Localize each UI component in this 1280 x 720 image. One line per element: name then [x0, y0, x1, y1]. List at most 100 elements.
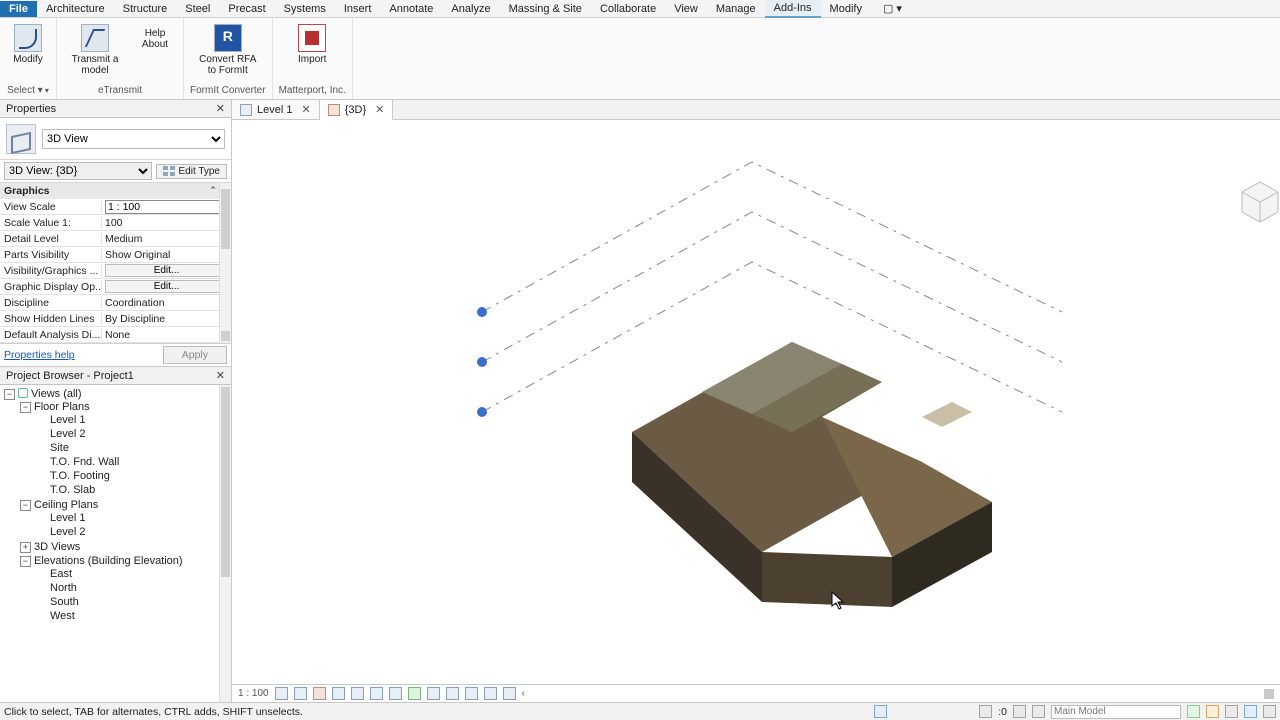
menu-tab-annotate[interactable]: Annotate — [380, 1, 442, 17]
vg-edit-button[interactable]: Edit... — [105, 264, 228, 277]
prop-v-hid[interactable]: By Discipline — [102, 313, 231, 325]
prop-k-ana: Default Analysis Di... — [0, 329, 102, 341]
tree-floorplans[interactable]: Floor Plans — [34, 401, 90, 413]
vc-crop-icon[interactable] — [370, 687, 383, 700]
prop-v-detail[interactable]: Medium — [102, 233, 231, 245]
tree-el-west[interactable]: West — [50, 610, 75, 622]
menu-tab-structure[interactable]: Structure — [114, 1, 177, 17]
tree-el-north[interactable]: North — [50, 582, 77, 594]
tree-ceiling[interactable]: Ceiling Plans — [34, 499, 98, 511]
help-about-button[interactable]: Help About — [133, 20, 177, 52]
select-dropdown[interactable]: Select ▾ — [7, 83, 49, 97]
status-ic-3[interactable] — [1187, 705, 1200, 718]
viewport-3d[interactable] — [232, 120, 1280, 684]
vc-an1-icon[interactable] — [446, 687, 459, 700]
view-cube[interactable] — [1242, 182, 1278, 222]
menu-tab-addins[interactable]: Add-Ins — [765, 0, 821, 18]
view-scale-input[interactable] — [105, 200, 228, 214]
workset-dropdown[interactable] — [1051, 705, 1181, 719]
menu-tab-precast[interactable]: Precast — [219, 1, 274, 17]
properties-scrollbar[interactable] — [219, 183, 231, 343]
convert-rfa-button[interactable]: Convert RFA to FormIt — [196, 20, 260, 78]
tree-fp-site[interactable]: Site — [50, 442, 69, 454]
prop-v-parts[interactable]: Show Original — [102, 249, 231, 261]
menu-tab-architecture[interactable]: Architecture — [37, 1, 114, 17]
menu-tab-analyze[interactable]: Analyze — [442, 1, 499, 17]
menu-tab-view[interactable]: View — [665, 1, 707, 17]
menu-tab-massing[interactable]: Massing & Site — [500, 1, 591, 17]
browser-tree[interactable]: −Views (all) −Floor Plans Level 1 Level … — [0, 385, 231, 702]
tree-fp-footing[interactable]: T.O. Footing — [50, 470, 110, 482]
status-ic-2[interactable] — [979, 705, 992, 718]
ribbon-group-matterport: Import Matterport, Inc. — [273, 18, 353, 99]
vc-temp-icon[interactable] — [427, 687, 440, 700]
tree-toggle-elev[interactable]: − — [20, 556, 31, 567]
tree-toggle-3d[interactable]: + — [20, 542, 31, 553]
vc-detail-icon[interactable] — [275, 687, 288, 700]
help-about-label: Help About — [142, 28, 168, 50]
vc-style-icon[interactable] — [294, 687, 307, 700]
status-filter-icon[interactable] — [1013, 705, 1026, 718]
menu-file[interactable]: File — [0, 1, 37, 17]
prop-v-disc[interactable]: Coordination — [102, 297, 231, 309]
tree-el-south[interactable]: South — [50, 596, 79, 608]
tree-fp-level1[interactable]: Level 1 — [50, 414, 85, 426]
tree-toggle-root[interactable]: − — [4, 389, 15, 400]
tree-root[interactable]: Views (all) — [31, 388, 82, 400]
apply-button[interactable]: Apply — [163, 346, 227, 364]
browser-scrollbar[interactable] — [219, 385, 231, 702]
vc-an3-icon[interactable] — [484, 687, 497, 700]
menu-tab-manage[interactable]: Manage — [707, 1, 765, 17]
tree-toggle-floorplans[interactable]: − — [20, 402, 31, 413]
status-ic-5[interactable] — [1225, 705, 1238, 718]
status-ic-4[interactable] — [1206, 705, 1219, 718]
tree-cp-level2[interactable]: Level 2 — [50, 526, 85, 538]
menu-tab-modify[interactable]: Modify — [821, 1, 871, 17]
view-tab-3d-close[interactable]: ✕ — [375, 103, 384, 116]
tree-fp-slab[interactable]: T.O. Slab — [50, 484, 95, 496]
status-editable-icon[interactable] — [1032, 705, 1045, 718]
status-ic-1[interactable] — [874, 705, 887, 718]
gdo-edit-button[interactable]: Edit... — [105, 280, 228, 293]
properties-type-selector[interactable]: 3D View — [0, 118, 231, 160]
properties-close[interactable]: ✕ — [216, 102, 225, 115]
menu-tab-steel[interactable]: Steel — [176, 1, 219, 17]
prop-v-ana[interactable]: None — [102, 329, 231, 341]
vc-an4-icon[interactable] — [503, 687, 516, 700]
tree-fp-level2[interactable]: Level 2 — [50, 428, 85, 440]
graphics-section-header[interactable]: Graphics⌃ ⌄ — [0, 183, 231, 199]
view-scale-display[interactable]: 1 : 100 — [238, 688, 269, 699]
vc-sun-icon[interactable] — [313, 687, 326, 700]
vc-an2-icon[interactable] — [465, 687, 478, 700]
prop-v-scaleval[interactable]: 100 — [102, 217, 231, 229]
view-tab-level1[interactable]: Level 1 ✕ — [232, 100, 320, 119]
building-model[interactable] — [632, 342, 992, 607]
menu-tab-insert[interactable]: Insert — [335, 1, 381, 17]
vc-cropv-icon[interactable] — [389, 687, 402, 700]
view-tab-level1-close[interactable]: ✕ — [301, 103, 310, 116]
edit-type-button[interactable]: Edit Type — [156, 164, 227, 179]
vc-h-scroll[interactable] — [1264, 689, 1274, 699]
tree-cp-level1[interactable]: Level 1 — [50, 512, 85, 524]
modify-button[interactable]: Modify — [6, 20, 50, 67]
menu-tab-collaborate[interactable]: Collaborate — [591, 1, 665, 17]
transmit-model-button[interactable]: Transmit a model — [63, 20, 127, 78]
tree-toggle-ceiling[interactable]: − — [20, 500, 31, 511]
import-button[interactable]: Import — [290, 20, 334, 67]
tree-elevations[interactable]: Elevations (Building Elevation) — [34, 555, 183, 567]
status-ic-7[interactable] — [1263, 705, 1276, 718]
vc-render-icon[interactable] — [351, 687, 364, 700]
properties-help-link[interactable]: Properties help — [4, 349, 75, 361]
view-tab-3d[interactable]: {3D} ✕ — [320, 100, 394, 120]
tree-fp-fnd[interactable]: T.O. Fnd. Wall — [50, 456, 119, 468]
type-dropdown[interactable]: 3D View — [42, 129, 225, 149]
menu-tab-systems[interactable]: Systems — [275, 1, 335, 17]
menu-help-dropdown[interactable]: ▢ ▾ — [877, 2, 908, 15]
status-ic-6[interactable] — [1244, 705, 1257, 718]
vc-unhide-icon[interactable] — [408, 687, 421, 700]
browser-close[interactable]: ✕ — [216, 369, 225, 382]
instance-dropdown[interactable]: 3D View: {3D} — [4, 162, 152, 180]
tree-el-east[interactable]: East — [50, 568, 72, 580]
tree-3dviews[interactable]: 3D Views — [34, 541, 80, 553]
vc-shadow-icon[interactable] — [332, 687, 345, 700]
